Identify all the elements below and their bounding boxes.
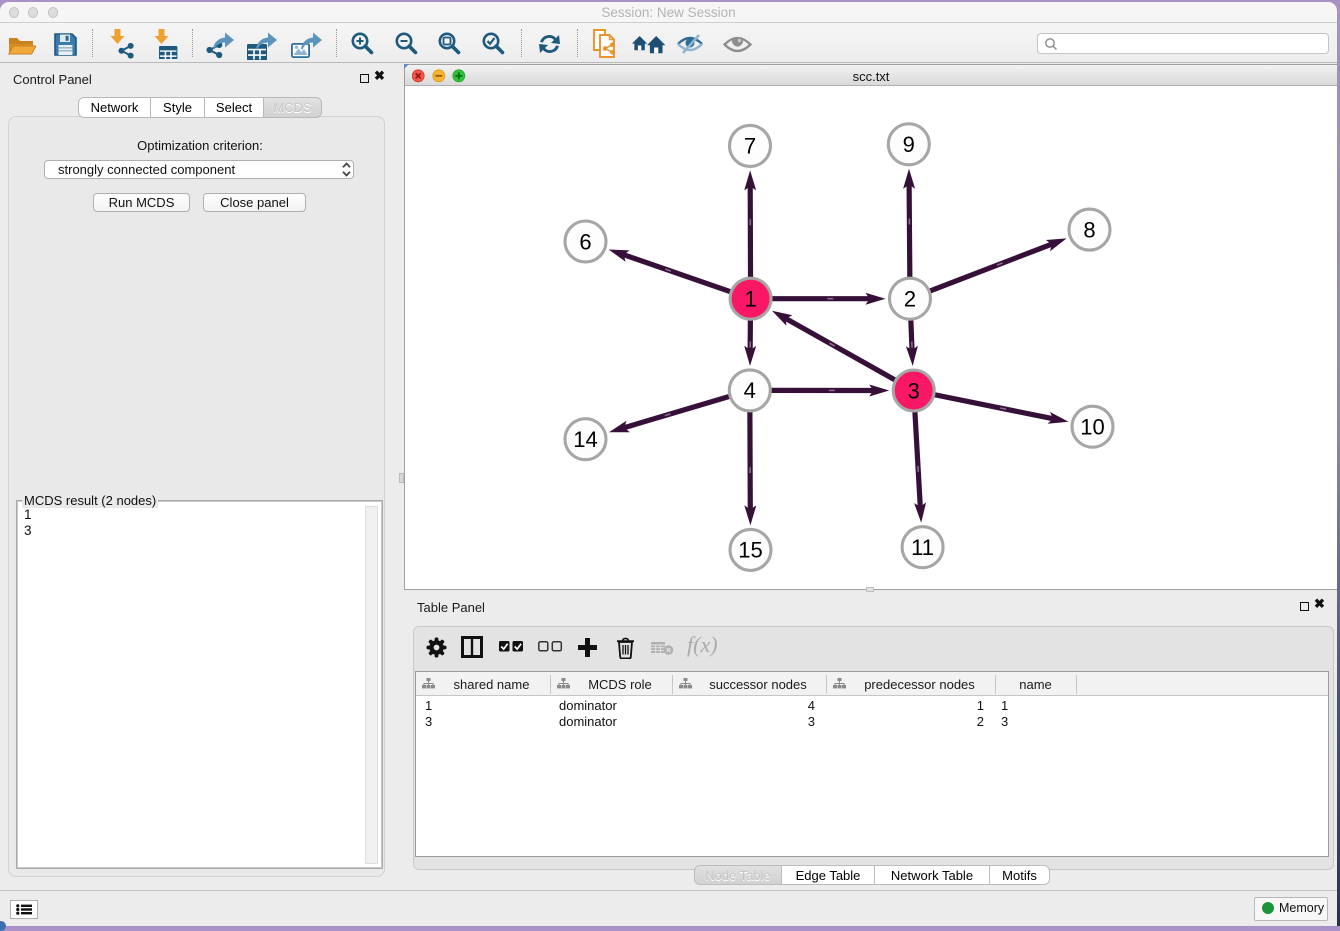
svg-text:9: 9 xyxy=(903,132,915,157)
svg-text:1: 1 xyxy=(744,287,756,312)
svg-text:8: 8 xyxy=(1083,217,1095,242)
svg-text:10: 10 xyxy=(1080,415,1104,440)
svg-text:3: 3 xyxy=(908,378,920,403)
svg-text:7: 7 xyxy=(744,134,756,159)
svg-text:14: 14 xyxy=(573,427,597,452)
svg-text:6: 6 xyxy=(579,229,591,254)
svg-text:4: 4 xyxy=(744,378,756,403)
svg-text:11: 11 xyxy=(911,535,934,560)
svg-text:15: 15 xyxy=(738,538,762,563)
svg-text:2: 2 xyxy=(904,287,916,312)
